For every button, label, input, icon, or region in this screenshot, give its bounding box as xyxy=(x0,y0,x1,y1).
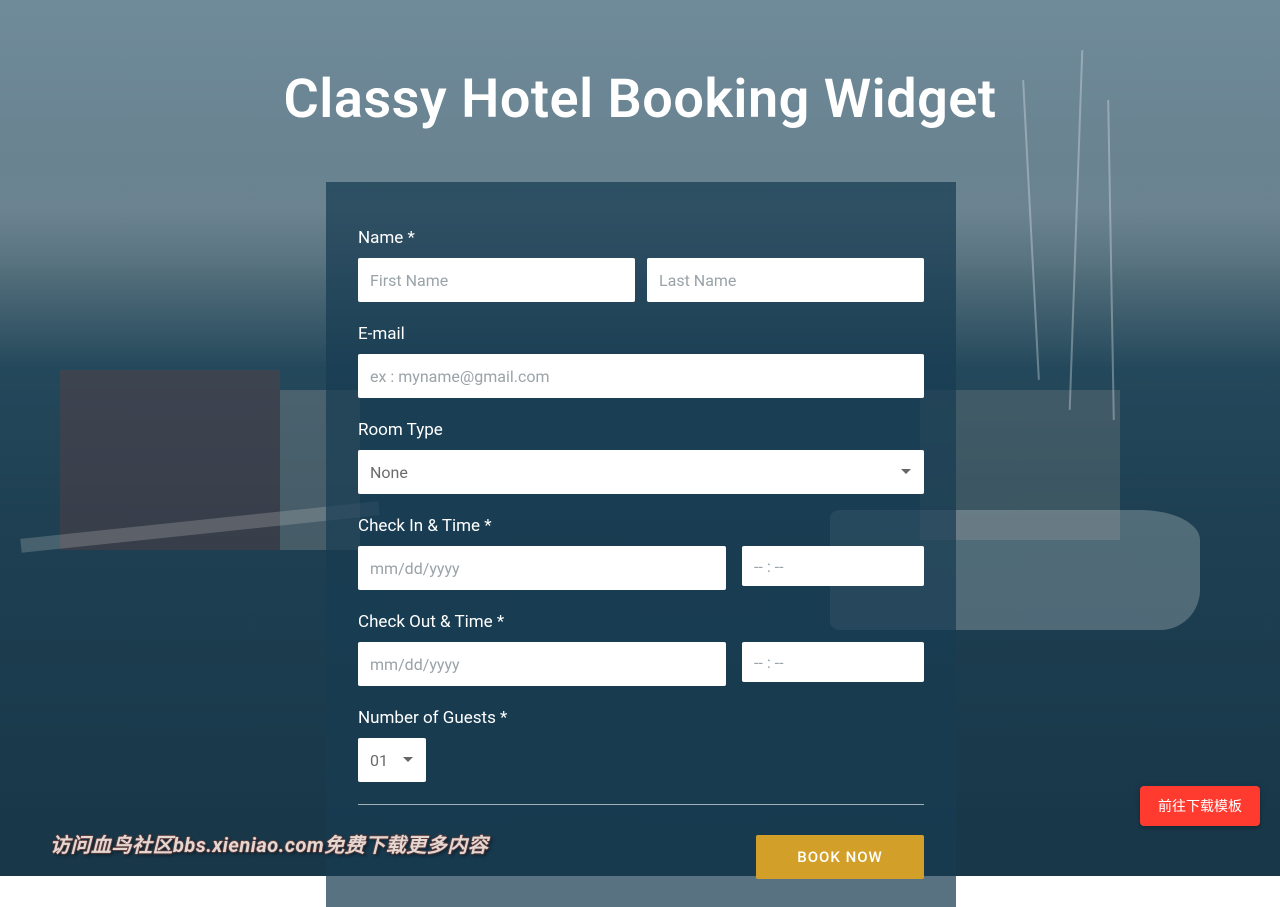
guests-group: Number of Guests * 01 xyxy=(358,708,924,782)
watermark-text: 访问血鸟社区bbs.xieniao.com免费下载更多内容 xyxy=(50,829,488,858)
name-label: Name * xyxy=(358,228,924,248)
check-out-time-input[interactable] xyxy=(742,642,924,682)
name-group: Name * xyxy=(358,228,924,302)
email-input[interactable] xyxy=(358,354,924,398)
check-in-group: Check In & Time * xyxy=(358,516,924,590)
check-in-date-input[interactable] xyxy=(358,546,726,590)
check-in-label: Check In & Time * xyxy=(358,516,924,536)
form-divider xyxy=(358,804,924,805)
first-name-input[interactable] xyxy=(358,258,635,302)
last-name-input[interactable] xyxy=(647,258,924,302)
download-template-button[interactable]: 前往下载模板 xyxy=(1140,786,1260,826)
check-out-group: Check Out & Time * xyxy=(358,612,924,686)
guests-select[interactable]: 01 xyxy=(358,738,426,782)
email-group: E-mail xyxy=(358,324,924,398)
check-in-time-input[interactable] xyxy=(742,546,924,586)
guests-label: Number of Guests * xyxy=(358,708,924,728)
booking-form-card: Name * E-mail Room Type None Check In & … xyxy=(326,182,956,907)
room-type-group: Room Type None xyxy=(358,420,924,494)
check-out-label: Check Out & Time * xyxy=(358,612,924,632)
check-out-date-input[interactable] xyxy=(358,642,726,686)
room-type-label: Room Type xyxy=(358,420,924,440)
email-label: E-mail xyxy=(358,324,924,344)
page-title: Classy Hotel Booking Widget xyxy=(0,68,1280,131)
book-now-button[interactable]: BOOK NOW xyxy=(756,835,924,879)
room-type-select[interactable]: None xyxy=(358,450,924,494)
